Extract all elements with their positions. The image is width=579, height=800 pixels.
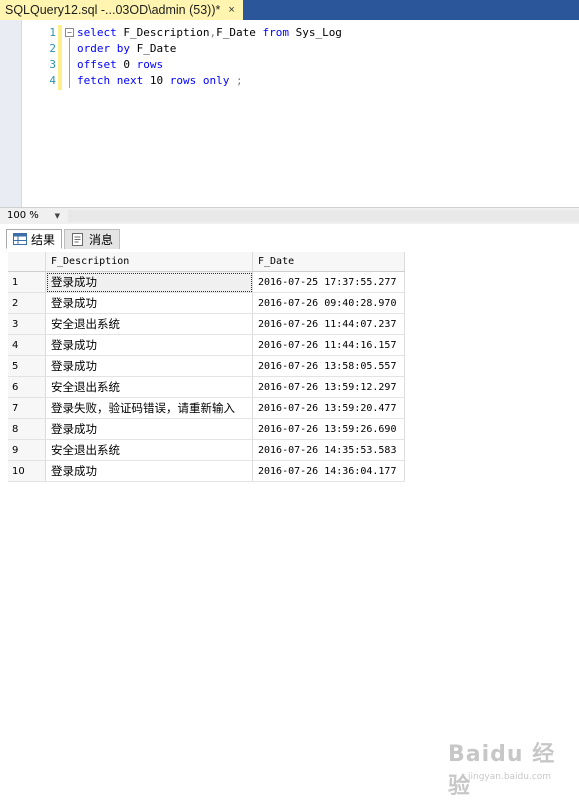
row-number-cell[interactable]: 3	[8, 313, 46, 335]
f-date-cell[interactable]: 2016-07-26 11:44:07.237	[252, 313, 405, 335]
editor-selection-margin[interactable]	[0, 20, 22, 207]
code-token: ;	[229, 74, 243, 87]
f-date-cell[interactable]: 2016-07-26 14:35:53.583	[252, 439, 405, 461]
code-token: select	[77, 26, 117, 39]
query-tab-title: SQLQuery12.sql -...03OD\admin (53))*	[5, 3, 221, 17]
messages-icon	[72, 233, 83, 246]
table-row[interactable]: 10 登录成功 2016-07-26 14:36:04.177	[8, 460, 405, 482]
tab-messages-label: 消息	[89, 233, 114, 247]
code-token: rows only	[169, 74, 230, 87]
line-number: 2	[49, 42, 56, 55]
code-token: 10	[143, 74, 170, 87]
results-tab-strip: 结果 消息	[0, 224, 579, 251]
row-number-cell[interactable]: 7	[8, 397, 46, 419]
column-header[interactable]: F_Description	[45, 252, 253, 272]
f-description-cell[interactable]: 安全退出系统	[45, 439, 253, 461]
code-token: F_Date	[216, 26, 263, 39]
table-row[interactable]: 6 安全退出系统 2016-07-26 13:59:12.297	[8, 376, 405, 398]
code-token: order by	[77, 42, 130, 55]
row-number-cell[interactable]: 9	[8, 439, 46, 461]
code-token: F_Description	[116, 26, 210, 39]
row-number-cell[interactable]: 1	[8, 271, 46, 293]
f-description-cell[interactable]: 登录成功	[45, 334, 253, 356]
tab-results-label: 结果	[31, 232, 56, 247]
line-number: 4	[49, 74, 56, 87]
zoom-level-select[interactable]: 100 % ▼	[4, 209, 62, 222]
table-row[interactable]: 8 登录成功 2016-07-26 13:59:26.690	[8, 418, 405, 440]
editor-horizontal-scrollbar[interactable]	[68, 210, 579, 222]
watermark-brand: Baidu 经验	[448, 742, 556, 799]
outline-guide-line	[69, 38, 70, 88]
watermark-url: jingyan.baidu.com	[468, 772, 552, 782]
f-description-cell[interactable]: 登录成功	[45, 355, 253, 377]
f-date-cell[interactable]: 2016-07-26 13:58:05.557	[252, 355, 405, 377]
document-tab-strip: SQLQuery12.sql -...03OD\admin (53))* ×	[0, 0, 579, 20]
row-number-cell[interactable]: 8	[8, 418, 46, 440]
f-date-cell[interactable]: 2016-07-26 13:59:26.690	[252, 418, 405, 440]
f-description-cell[interactable]: 安全退出系统	[45, 313, 253, 335]
row-number-cell[interactable]: 2	[8, 292, 46, 314]
f-description-cell[interactable]: 安全退出系统	[45, 376, 253, 398]
f-date-cell[interactable]: 2016-07-26 13:59:12.297	[252, 376, 405, 398]
table-row[interactable]: 3 安全退出系统 2016-07-26 11:44:07.237	[8, 313, 405, 335]
code-line-1[interactable]: select F_Description,F_Date from Sys_Log	[77, 26, 342, 39]
table-row[interactable]: 4 登录成功 2016-07-26 11:44:16.157	[8, 334, 405, 356]
code-line-2[interactable]: order by F_Date	[77, 42, 176, 55]
table-row[interactable]: 7 登录失败，验证码错误，请重新输入 2016-07-26 13:59:20.477	[8, 397, 405, 419]
code-token: F_Date	[129, 42, 177, 55]
collapse-outline-icon[interactable]: −	[65, 28, 74, 37]
code-token: offset	[77, 58, 117, 71]
line-number: 3	[49, 58, 56, 71]
f-date-cell[interactable]: 2016-07-26 13:59:20.477	[252, 397, 405, 419]
query-editor[interactable]: 1 2 3 4 − select F_Description,F_Date fr…	[0, 20, 579, 207]
baidu-watermark: Baidu 经验 jingyan.baidu.com	[448, 732, 573, 799]
column-header[interactable]: F_Date	[252, 252, 405, 272]
code-line-3[interactable]: offset 0 rows	[77, 58, 163, 71]
f-date-cell[interactable]: 2016-07-26 14:36:04.177	[252, 460, 405, 482]
code-token: 0	[116, 58, 137, 71]
code-token: from	[262, 26, 289, 39]
results-grid: F_Description F_Date 1 登录成功 2016-07-25 17:…	[8, 252, 405, 482]
dropdown-arrow-icon: ▼	[54, 211, 60, 220]
grid-header-row: F_Description F_Date	[8, 252, 405, 272]
f-date-cell[interactable]: 2016-07-25 17:37:55.277	[252, 271, 405, 293]
tab-results[interactable]: 结果	[6, 229, 63, 249]
row-number-cell[interactable]: 4	[8, 334, 46, 356]
row-number-cell[interactable]: 6	[8, 376, 46, 398]
editor-zoom-bar: 100 % ▼	[0, 207, 579, 224]
code-token: Sys_Log	[288, 26, 342, 39]
table-row[interactable]: 5 登录成功 2016-07-26 13:58:05.557	[8, 355, 405, 377]
row-number-cell[interactable]: 10	[8, 460, 46, 482]
table-row[interactable]: 2 登录成功 2016-07-26 09:40:28.970	[8, 292, 405, 314]
row-number-cell[interactable]: 5	[8, 355, 46, 377]
close-tab-icon[interactable]: ×	[228, 4, 234, 16]
grid-icon	[13, 233, 27, 245]
table-row[interactable]: 9 安全退出系统 2016-07-26 14:35:53.583	[8, 439, 405, 461]
f-description-cell[interactable]: 登录成功	[45, 292, 253, 314]
code-line-4[interactable]: fetch next 10 rows only ;	[77, 74, 243, 87]
code-token: fetch next	[77, 74, 144, 87]
grid-corner-cell[interactable]	[8, 252, 46, 272]
f-date-cell[interactable]: 2016-07-26 11:44:16.157	[252, 334, 405, 356]
zoom-level-value: 100 %	[7, 210, 39, 221]
line-number: 1	[49, 26, 56, 39]
results-pane: F_Description F_Date 1 登录成功 2016-07-25 17:…	[0, 250, 579, 799]
change-tracking-bar	[58, 25, 62, 90]
f-description-cell[interactable]: 登录成功	[45, 460, 253, 482]
query-document-tab[interactable]: SQLQuery12.sql -...03OD\admin (53))* ×	[0, 0, 243, 20]
code-token: rows	[136, 58, 164, 71]
f-description-cell[interactable]: 登录失败，验证码错误，请重新输入	[45, 397, 253, 419]
table-row[interactable]: 1 登录成功 2016-07-25 17:37:55.277	[8, 271, 405, 293]
f-description-cell[interactable]: 登录成功	[45, 418, 253, 440]
f-date-cell[interactable]: 2016-07-26 09:40:28.970	[252, 292, 405, 314]
f-description-cell[interactable]: 登录成功	[45, 271, 253, 293]
tab-messages[interactable]: 消息	[64, 229, 121, 249]
